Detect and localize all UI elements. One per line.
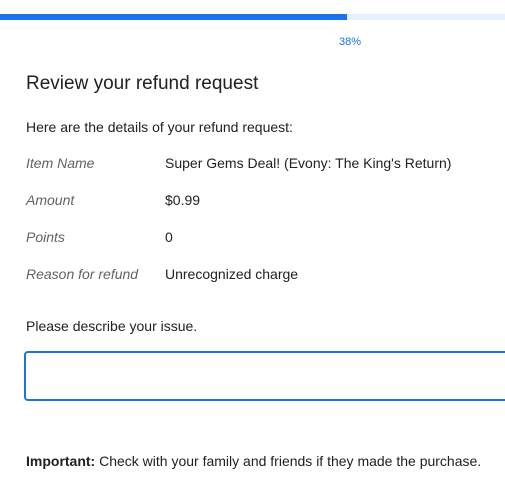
detail-label: Points xyxy=(26,229,65,245)
important-text: Check with your family and friends if th… xyxy=(95,453,482,469)
describe-issue-label: Please describe your issue. xyxy=(26,318,198,334)
detail-label: Item Name xyxy=(26,155,95,171)
important-prefix: Important: xyxy=(26,453,96,469)
detail-label: Reason for refund xyxy=(26,266,139,282)
detail-value: $0.99 xyxy=(165,192,201,208)
detail-value: Super Gems Deal! (Evony: The King's Retu… xyxy=(165,155,452,171)
important-notice: Important: Check with your family and fr… xyxy=(26,453,481,469)
detail-row-item-name: Item Name Super Gems Deal! (Evony: The K… xyxy=(26,155,451,192)
detail-value: 0 xyxy=(165,229,173,245)
detail-value: Unrecognized charge xyxy=(165,266,299,282)
progress-bar xyxy=(0,14,505,20)
refund-details: Item Name Super Gems Deal! (Evony: The K… xyxy=(26,155,451,303)
page-title: Review your refund request xyxy=(26,73,259,94)
detail-row-points: Points 0 xyxy=(26,229,451,266)
detail-row-reason: Reason for refund Unrecognized charge xyxy=(26,266,451,303)
details-intro: Here are the details of your refund requ… xyxy=(26,119,293,135)
progress-bar-fill xyxy=(0,14,347,20)
issue-description-input[interactable] xyxy=(24,351,505,401)
detail-row-amount: Amount $0.99 xyxy=(26,192,451,229)
progress-percent: 38% xyxy=(339,36,362,48)
detail-label: Amount xyxy=(26,192,75,208)
